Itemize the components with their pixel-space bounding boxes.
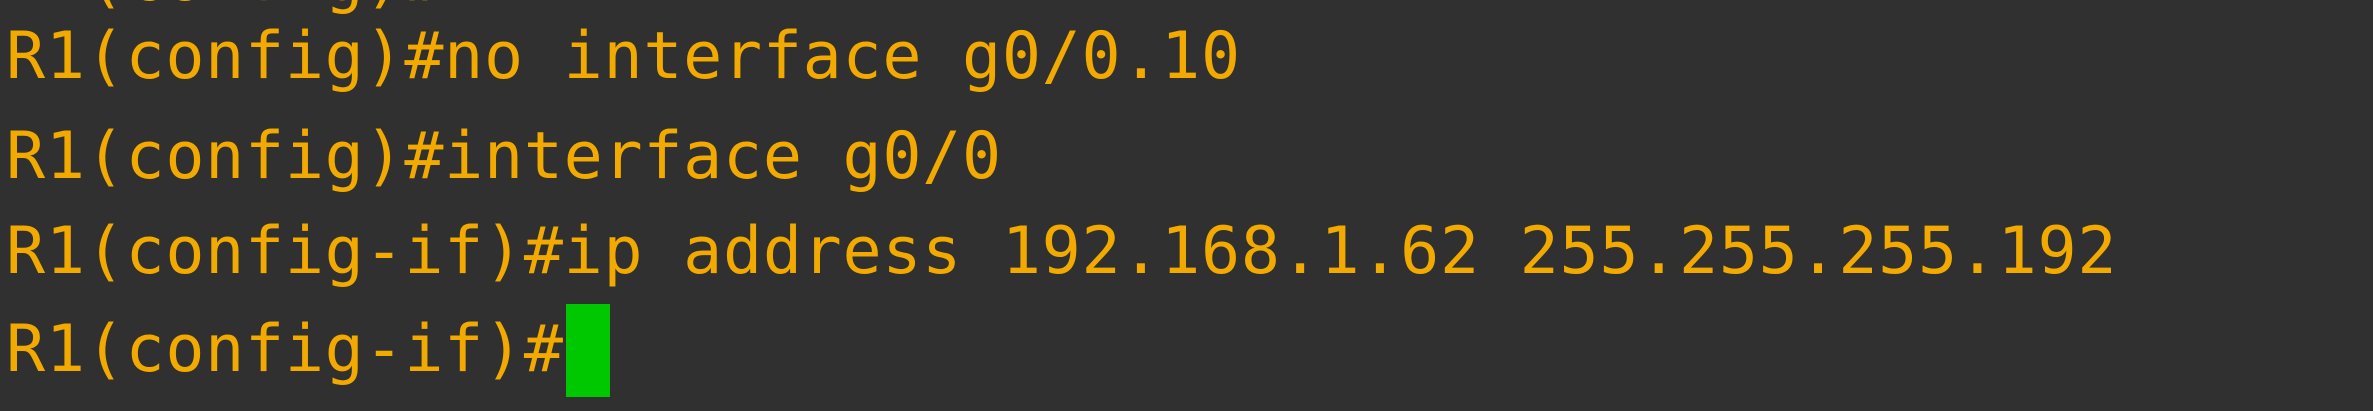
terminal-line-1: R1(config)#no interface g0/0.10 bbox=[6, 19, 1241, 94]
terminal-window[interactable]: R1(config)# R1(config)#no interface g0/0… bbox=[0, 0, 2373, 411]
cursor bbox=[565, 304, 610, 397]
prompt-text: R1(config-if)# bbox=[6, 312, 564, 387]
terminal-line-3: R1(config-if)#ip address 192.168.1.62 25… bbox=[6, 214, 2118, 289]
terminal-prompt-line[interactable]: R1(config-if)# bbox=[6, 304, 610, 397]
terminal-line-2: R1(config)#interface g0/0 bbox=[6, 119, 1002, 194]
